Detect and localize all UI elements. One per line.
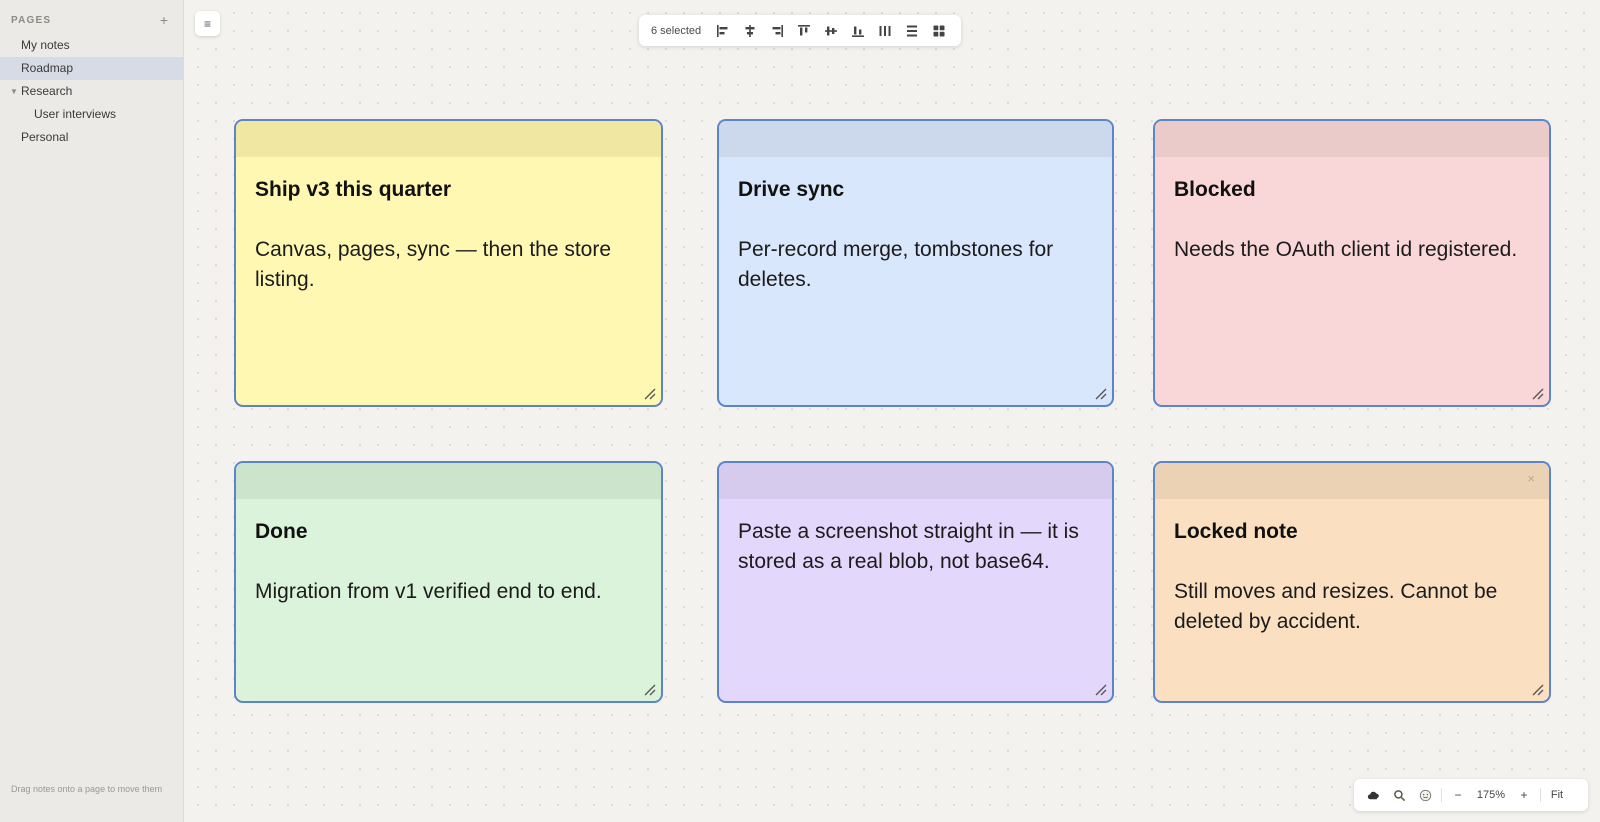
sidebar-item-my-notes[interactable]: My notes: [0, 34, 184, 57]
align-top-button[interactable]: [790, 19, 817, 43]
resize-grip-icon: [1532, 684, 1544, 696]
align-bottom-button[interactable]: [844, 19, 871, 43]
align-right-icon: [772, 24, 783, 37]
note-title[interactable]: Locked note: [1174, 517, 1530, 547]
resize-grip-icon: [1532, 388, 1544, 400]
sticky-note[interactable]: Paste a screenshot straight in — it is s…: [717, 461, 1114, 703]
note-text[interactable]: Still moves and resizes. Cannot be delet…: [1174, 577, 1530, 637]
note-text[interactable]: Per-record merge, tombstones for deletes…: [738, 235, 1093, 295]
note-drag-bar[interactable]: [1155, 121, 1549, 157]
align-center-horizontal-button[interactable]: [736, 19, 763, 43]
distribute-vertical-button[interactable]: [898, 19, 925, 43]
sidebar-title: PAGES: [11, 14, 52, 26]
align-left-button[interactable]: [709, 19, 736, 43]
search-icon: [1393, 789, 1405, 801]
note-drag-bar[interactable]: [236, 463, 661, 499]
cloud-icon: [1367, 791, 1379, 799]
sidebar: PAGES + My notes Roadmap ▼ Research User…: [0, 0, 184, 822]
note-title[interactable]: Blocked: [1174, 175, 1530, 205]
close-icon[interactable]: ×: [1527, 471, 1535, 486]
sidebar-item-label: Research: [21, 84, 73, 98]
resize-grip-icon: [1095, 684, 1107, 696]
align-middle-vertical-icon: [824, 26, 837, 35]
note-drag-bar[interactable]: [719, 463, 1112, 499]
note-drag-bar[interactable]: [236, 121, 661, 157]
resize-handle[interactable]: [644, 388, 656, 400]
emoji-button[interactable]: [1412, 783, 1438, 807]
zoom-level: 175%: [1476, 789, 1506, 801]
note-title[interactable]: Done: [255, 517, 642, 547]
zoom-toolbar: − 175% + Fit: [1354, 779, 1588, 811]
resize-handle[interactable]: [644, 684, 656, 696]
divider: [1540, 788, 1541, 802]
sidebar-item-roadmap[interactable]: Roadmap: [0, 57, 184, 80]
note-title[interactable]: Ship v3 this quarter: [255, 175, 642, 205]
resize-handle[interactable]: [1532, 388, 1544, 400]
note-text[interactable]: Needs the OAuth client id registered.: [1174, 235, 1530, 265]
note-drag-bar[interactable]: [719, 121, 1112, 157]
sidebar-header: PAGES +: [11, 13, 171, 27]
note-text[interactable]: Canvas, pages, sync — then the store lis…: [255, 235, 642, 295]
fit-button[interactable]: Fit: [1544, 783, 1570, 807]
sidebar-footer-hint: Drag notes onto a page to move them: [11, 784, 163, 794]
grid-arrange-button[interactable]: [925, 19, 952, 43]
sticky-note-locked[interactable]: × Locked note Still moves and resizes. C…: [1153, 461, 1551, 703]
sidebar-item-user-interviews[interactable]: User interviews: [0, 103, 184, 126]
divider: [1441, 788, 1442, 802]
sidebar-item-label: My notes: [21, 38, 70, 52]
sticky-note[interactable]: Ship v3 this quarter Canvas, pages, sync…: [234, 119, 663, 407]
note-title[interactable]: Drive sync: [738, 175, 1093, 205]
cloud-sync-button[interactable]: [1360, 783, 1386, 807]
caret-down-icon[interactable]: ▼: [10, 80, 18, 103]
note-text[interactable]: Migration from v1 verified end to end.: [255, 577, 642, 607]
sidebar-item-label: User interviews: [34, 107, 117, 121]
resize-grip-icon: [644, 388, 656, 400]
selected-count: 6 selected: [651, 24, 702, 37]
resize-handle[interactable]: [1532, 684, 1544, 696]
align-center-horizontal-icon: [745, 24, 755, 37]
resize-handle[interactable]: [1095, 684, 1107, 696]
sticky-note[interactable]: Blocked Needs the OAuth client id regist…: [1153, 119, 1551, 407]
resize-handle[interactable]: [1095, 388, 1107, 400]
distribute-horizontal-button[interactable]: [871, 19, 898, 43]
grid-arrange-icon: [933, 25, 945, 36]
note-drag-bar[interactable]: [1155, 463, 1549, 499]
align-left-icon: [716, 24, 728, 37]
sticky-note[interactable]: Drive sync Per-record merge, tombstones …: [717, 119, 1114, 407]
align-right-button[interactable]: [763, 19, 790, 43]
add-page-button[interactable]: +: [157, 13, 171, 27]
sidebar-item-personal[interactable]: Personal: [0, 126, 184, 149]
resize-grip-icon: [644, 684, 656, 696]
align-top-icon: [797, 24, 810, 35]
distribute-vertical-icon: [906, 25, 917, 36]
sidebar-item-label: Roadmap: [21, 61, 74, 75]
distribute-horizontal-icon: [879, 25, 891, 36]
page-list: My notes Roadmap ▼ Research User intervi…: [0, 34, 184, 149]
sidebar-item-research[interactable]: ▼ Research: [0, 80, 184, 103]
sticky-note[interactable]: Done Migration from v1 verified end to e…: [234, 461, 663, 703]
note-text[interactable]: Paste a screenshot straight in — it is s…: [738, 517, 1093, 577]
search-button[interactable]: [1386, 783, 1412, 807]
selection-toolbar: 6 selected: [639, 15, 961, 46]
zoom-out-button[interactable]: −: [1445, 783, 1471, 807]
sidebar-item-label: Personal: [21, 130, 69, 144]
align-middle-vertical-button[interactable]: [817, 19, 844, 43]
resize-grip-icon: [1095, 388, 1107, 400]
hamburger-icon: ≡: [203, 16, 211, 31]
menu-button[interactable]: ≡: [195, 11, 220, 36]
zoom-in-button[interactable]: +: [1511, 783, 1537, 807]
smiley-icon: [1419, 789, 1431, 801]
align-bottom-icon: [851, 26, 864, 37]
